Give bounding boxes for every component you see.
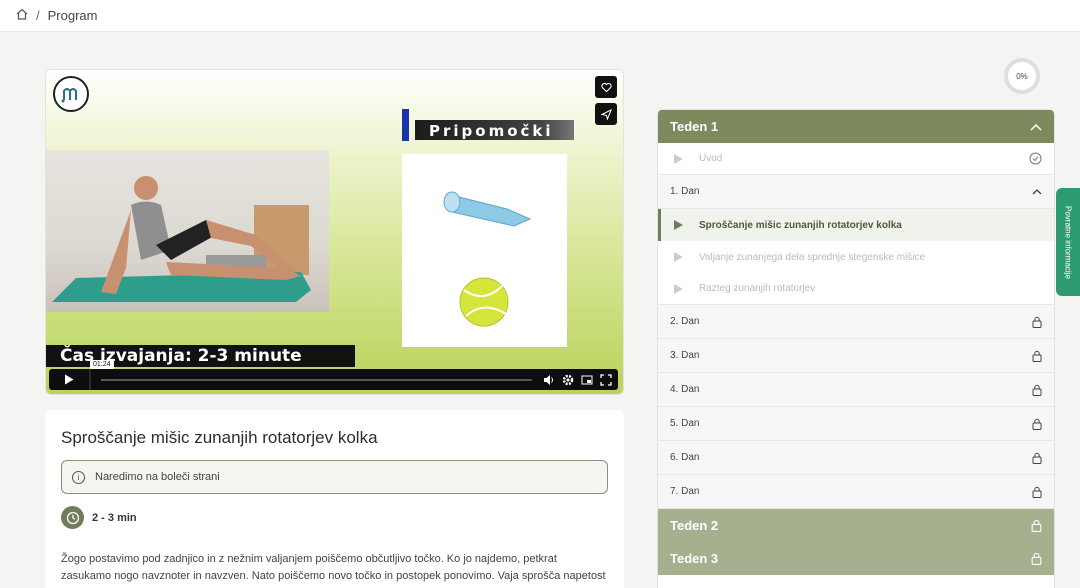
brand-logo bbox=[53, 76, 89, 112]
program-sidebar: Teden 1 Uvod 1. Dan Sproščanje mišic zun… bbox=[657, 109, 1055, 588]
week-header-2[interactable]: Teden 2 bbox=[658, 509, 1054, 542]
duration-text: 2 - 3 min bbox=[92, 511, 137, 524]
breadcrumb-separator: / bbox=[36, 8, 40, 23]
lesson-item[interactable]: Razteg zunanjih rotatorjev bbox=[658, 273, 1054, 305]
day-label: 3. Dan bbox=[670, 350, 700, 361]
lock-icon bbox=[1032, 316, 1042, 328]
lesson-intro[interactable]: Uvod bbox=[658, 143, 1054, 175]
chevron-up-icon bbox=[1030, 123, 1042, 131]
section-marker bbox=[402, 109, 409, 141]
play-icon bbox=[674, 153, 683, 164]
lock-icon bbox=[1032, 418, 1042, 430]
lesson-label: Sproščanje mišic zunanjih rotatorjev kol… bbox=[699, 219, 902, 231]
progress-indicator: 0% bbox=[1004, 58, 1040, 94]
day-label: 5. Dan bbox=[670, 418, 700, 429]
chevron-up-icon bbox=[1032, 189, 1042, 195]
lock-icon bbox=[1031, 552, 1042, 565]
progress-label: 0% bbox=[1016, 71, 1028, 81]
day-row-3[interactable]: 3. Dan bbox=[658, 339, 1054, 373]
lesson-item-active[interactable]: Sproščanje mišic zunanjih rotatorjev kol… bbox=[658, 209, 1054, 241]
play-icon bbox=[674, 252, 683, 262]
breadcrumb-current: Program bbox=[47, 8, 98, 23]
breadcrumb: / Program bbox=[0, 0, 1080, 32]
day-row-5[interactable]: 5. Dan bbox=[658, 407, 1054, 441]
week-label: Teden 3 bbox=[670, 551, 719, 566]
day-row-2[interactable]: 2. Dan bbox=[658, 305, 1054, 339]
exercise-note: i Naredimo na boleči strani bbox=[61, 460, 608, 494]
share-button[interactable] bbox=[595, 103, 617, 125]
video-controls bbox=[49, 369, 618, 390]
video-player[interactable]: Pripomočki Čas izvajanja: 2-3 minute 01:… bbox=[45, 69, 624, 395]
feedback-tab[interactable]: Povratne informacije bbox=[1056, 188, 1080, 296]
week-label: Teden 2 bbox=[670, 518, 719, 533]
day-label: 1. Dan bbox=[670, 186, 700, 197]
play-icon bbox=[674, 220, 683, 230]
day-label: 2. Dan bbox=[670, 316, 700, 327]
section-title: Pripomočki bbox=[415, 120, 574, 140]
home-icon[interactable] bbox=[16, 8, 28, 23]
play-icon bbox=[65, 374, 74, 385]
lesson-label: Razteg zunanjih rotatorjev bbox=[699, 283, 816, 294]
day-label: 6. Dan bbox=[670, 452, 700, 463]
clock-icon bbox=[61, 506, 84, 529]
equipment-panel bbox=[402, 154, 567, 347]
lesson-item[interactable]: Valjanje zunanjega dela sprednje stegens… bbox=[658, 241, 1054, 273]
day-row-1[interactable]: 1. Dan bbox=[658, 175, 1054, 209]
note-text: Naredimo na boleči strani bbox=[95, 471, 220, 483]
day-row-4[interactable]: 4. Dan bbox=[658, 373, 1054, 407]
lock-icon bbox=[1032, 350, 1042, 362]
send-icon bbox=[600, 108, 612, 120]
lesson-label: Valjanje zunanjega dela sprednje stegens… bbox=[699, 251, 926, 263]
lock-icon bbox=[1031, 519, 1042, 532]
exercise-description: Žogo postavimo pod zadnjico in z nežnim … bbox=[61, 553, 606, 588]
lock-icon bbox=[1032, 384, 1042, 396]
day-row-6[interactable]: 6. Dan bbox=[658, 441, 1054, 475]
day-label: 4. Dan bbox=[670, 384, 700, 395]
video-progress-bar[interactable] bbox=[101, 378, 532, 381]
fullscreen-icon[interactable] bbox=[599, 373, 612, 386]
video-timestamp: 01:24 bbox=[90, 360, 114, 369]
check-circle-icon bbox=[1029, 152, 1042, 165]
tennis-ball-icon bbox=[459, 277, 509, 327]
play-icon bbox=[674, 283, 683, 294]
settings-icon[interactable] bbox=[561, 373, 574, 386]
exercise-photo bbox=[46, 150, 329, 312]
foam-mat-icon bbox=[443, 191, 532, 227]
heart-icon bbox=[600, 82, 612, 92]
day-row-7[interactable]: 7. Dan bbox=[658, 475, 1054, 509]
play-button[interactable] bbox=[49, 369, 91, 390]
exercise-title: Sproščanje mišic zunanjih rotatorjev kol… bbox=[61, 428, 378, 447]
week-header-3[interactable]: Teden 3 bbox=[658, 542, 1054, 575]
day-label: 7. Dan bbox=[670, 486, 700, 497]
week-label: Teden 1 bbox=[670, 119, 719, 134]
picture-in-picture-icon[interactable] bbox=[580, 373, 593, 386]
info-icon: i bbox=[72, 470, 85, 484]
lock-icon bbox=[1032, 486, 1042, 498]
feedback-label: Povratne informacije bbox=[1063, 205, 1073, 279]
favorite-button[interactable] bbox=[595, 76, 617, 98]
lesson-label: Uvod bbox=[699, 153, 723, 164]
exercise-duration: 2 - 3 min bbox=[61, 506, 608, 529]
exercise-card: Sproščanje mišic zunanjih rotatorjev kol… bbox=[45, 410, 624, 588]
lock-icon bbox=[1032, 452, 1042, 464]
volume-icon[interactable] bbox=[542, 373, 555, 386]
week-header-1[interactable]: Teden 1 bbox=[658, 110, 1054, 143]
